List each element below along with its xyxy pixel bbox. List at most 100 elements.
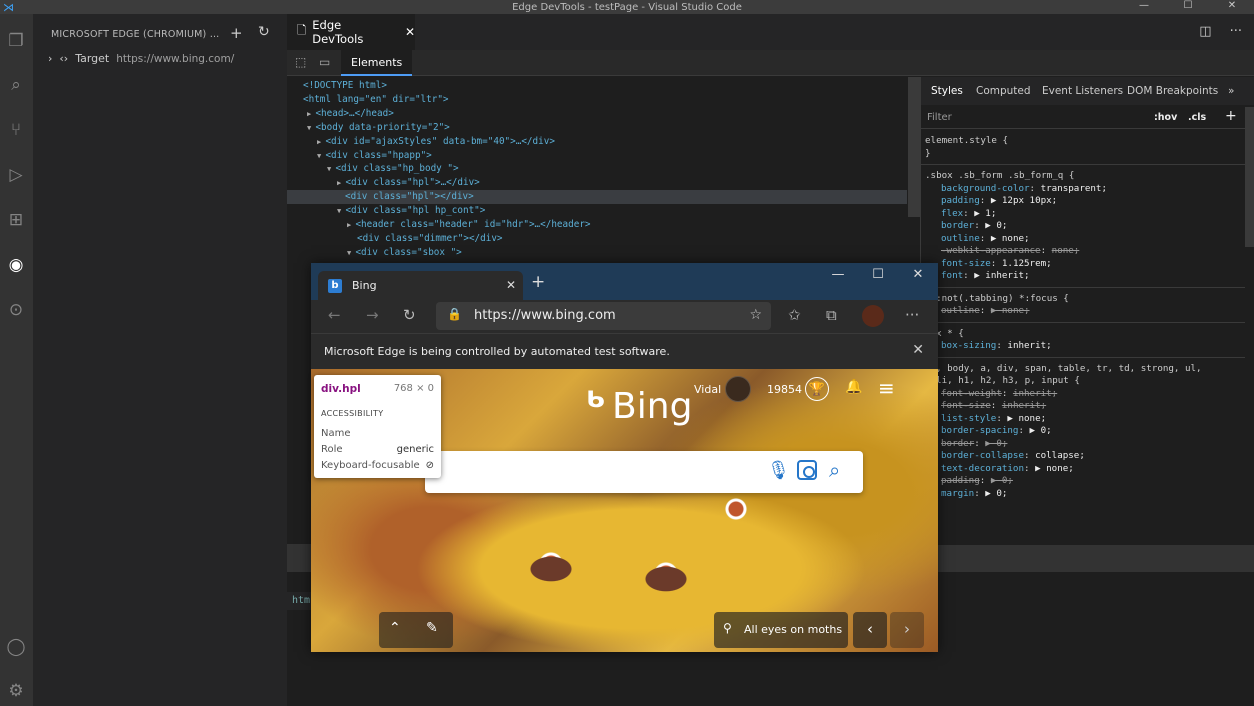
styles-scrollbar[interactable] [1245, 107, 1254, 247]
more-tabs-icon[interactable]: » [1228, 85, 1234, 97]
style-value[interactable]: ▶ none; [991, 233, 1030, 244]
dom-node[interactable]: ▶ <header class="header" id="hdr">…</hea… [347, 218, 591, 232]
style-value[interactable]: ▶ 0; [1030, 425, 1052, 436]
style-declaration[interactable]: font-weight: inherit; [941, 388, 1057, 401]
style-value[interactable]: none; [1052, 245, 1080, 256]
bing-avatar[interactable] [725, 376, 751, 402]
style-property[interactable]: outline [941, 305, 980, 316]
files-icon[interactable]: ❐ [5, 30, 27, 52]
style-value[interactable]: transparent; [1041, 183, 1107, 194]
browser-maximize-button[interactable]: ☐ [858, 267, 898, 282]
dom-node[interactable]: ▼ <div class="hpapp"> [317, 149, 432, 163]
style-declaration[interactable]: list-style: ▶ none; [941, 413, 1046, 426]
style-declaration[interactable]: outline: ▶ none; [941, 305, 1030, 318]
source-control-icon[interactable]: ⑂ [5, 119, 27, 141]
cls-toggle[interactable]: .cls [1188, 112, 1206, 123]
breadcrumb-item[interactable]: htm [292, 595, 310, 606]
style-property[interactable]: padding [941, 475, 980, 486]
search-submit-icon[interactable]: ⌕ [829, 458, 840, 482]
more-actions-icon[interactable]: ··· [1230, 24, 1242, 39]
style-declaration[interactable]: background-color: transparent; [941, 183, 1107, 196]
style-declaration[interactable]: font-size: 1.125rem; [941, 258, 1052, 271]
favorite-star-icon[interactable]: ☆ [749, 307, 762, 323]
style-property[interactable]: border-spacing [941, 425, 1018, 436]
style-declaration[interactable]: border: ▶ 0; [941, 220, 1007, 233]
rewards-trophy-icon[interactable]: 🏆 [805, 377, 829, 401]
style-value[interactable]: ▶ 0; [985, 488, 1007, 499]
tab-event-listeners[interactable]: Event Listeners [1042, 85, 1123, 97]
forward-icon[interactable]: → [366, 306, 379, 324]
style-value[interactable]: 1.125rem; [1002, 258, 1052, 269]
style-declaration[interactable]: outline: ▶ none; [941, 233, 1030, 246]
new-tab-button[interactable]: + [531, 272, 545, 292]
close-button[interactable]: ✕ [1210, 0, 1254, 11]
style-declaration[interactable]: text-decoration: ▶ none; [941, 463, 1074, 476]
infobar-close-icon[interactable]: ✕ [912, 342, 924, 358]
image-caption-button[interactable]: ⚲ All eyes on moths [714, 612, 848, 648]
add-target-button[interactable]: + [230, 24, 243, 42]
style-property[interactable]: border [941, 438, 974, 449]
device-emulation-icon[interactable]: ▭ [319, 55, 330, 69]
refresh-icon[interactable]: ↻ [403, 306, 416, 324]
dom-node[interactable]: <html lang="en" dir="ltr"> [303, 93, 449, 107]
style-property[interactable]: padding [941, 195, 980, 206]
hamburger-menu-icon[interactable]: ≡ [878, 376, 895, 400]
tab-computed[interactable]: Computed [976, 85, 1031, 97]
style-declaration[interactable]: border-spacing: ▶ 0; [941, 425, 1052, 438]
style-property[interactable]: border [941, 220, 974, 231]
dom-node[interactable]: ▼ <div class="hp_body "> [327, 162, 459, 176]
style-value[interactable]: inherit; [1007, 340, 1051, 351]
back-icon[interactable]: ← [328, 306, 341, 324]
filter-input[interactable]: Filter [927, 112, 952, 123]
maximize-button[interactable]: ☐ [1166, 0, 1210, 11]
search-icon[interactable]: ⌕ [5, 74, 27, 96]
notifications-bell-icon[interactable]: 🔔 [845, 379, 862, 395]
settings-icon[interactable]: ⚙ [5, 680, 27, 702]
dom-scrollbar[interactable] [908, 77, 920, 217]
style-property[interactable]: outline [941, 233, 980, 244]
style-property[interactable]: text-decoration [941, 463, 1024, 474]
style-property[interactable]: list-style [941, 413, 996, 424]
style-property[interactable]: margin [941, 488, 974, 499]
previous-image-button[interactable]: ‹ [853, 612, 887, 648]
dom-node[interactable]: ▶ <div id="ajaxStyles" data-bm="40">…</d… [317, 135, 555, 149]
style-value[interactable]: ▶ none; [1007, 413, 1046, 424]
target-tree-item[interactable]: › ‹› Target https://www.bing.com/ [48, 52, 234, 65]
tab-close-icon[interactable]: ✕ [405, 25, 415, 39]
browser-close-button[interactable]: ✕ [898, 267, 938, 282]
new-rule-button[interactable]: + [1225, 108, 1237, 124]
microphone-icon[interactable]: 🎙 [767, 460, 790, 481]
run-debug-icon[interactable]: ▷ [5, 164, 27, 186]
rewards-points[interactable]: 19854 [767, 383, 802, 396]
tab-dom-breakpoints[interactable]: DOM Breakpoints [1127, 85, 1218, 97]
style-value[interactable]: ▶ inherit; [974, 270, 1029, 281]
bing-search-box[interactable]: 🎙 ⌕ [425, 451, 863, 493]
chevron-up-icon[interactable]: ⌃ [389, 620, 401, 636]
minimize-button[interactable]: — [1122, 0, 1166, 11]
style-declaration[interactable]: padding: ▶ 0; [941, 475, 1013, 488]
bing-logo[interactable]: ᒃ Bing [586, 387, 692, 428]
dom-node[interactable]: <!DOCTYPE html> [303, 79, 387, 93]
dom-node[interactable]: ▼ <div class="sbox "> [347, 246, 462, 260]
inspect-element-icon[interactable]: ⬚ [295, 55, 306, 69]
style-declaration[interactable]: -webkit-appearance: none; [941, 245, 1079, 258]
style-property[interactable]: font-size [941, 258, 991, 269]
style-value[interactable]: ▶ 12px 10px; [991, 195, 1057, 206]
next-image-button[interactable]: › [890, 612, 924, 648]
address-bar[interactable]: 🔒 https://www.bing.com ☆ [436, 302, 771, 330]
style-declaration[interactable]: margin: ▶ 0; [941, 488, 1007, 501]
style-property[interactable]: box-sizing [941, 340, 996, 351]
style-property[interactable]: flex [941, 208, 963, 219]
style-declaration[interactable]: border: ▶ 0; [941, 438, 1007, 451]
edge-icon[interactable]: ◉ [5, 254, 27, 276]
style-declaration[interactable]: font: ▶ inherit; [941, 270, 1030, 283]
browser-tab[interactable]: b Bing ✕ [318, 271, 523, 300]
style-value[interactable]: ▶ 0; [991, 475, 1013, 486]
timeline-icon[interactable]: ⊙ [5, 299, 27, 321]
style-property[interactable]: background-color [941, 183, 1030, 194]
style-value[interactable]: ▶ none; [991, 305, 1030, 316]
dom-node[interactable]: <div class="dimmer"></div> [357, 232, 503, 246]
style-property[interactable]: font [941, 270, 963, 281]
style-property[interactable]: -webkit-appearance [941, 245, 1041, 256]
browser-tab-close-icon[interactable]: ✕ [506, 278, 516, 292]
